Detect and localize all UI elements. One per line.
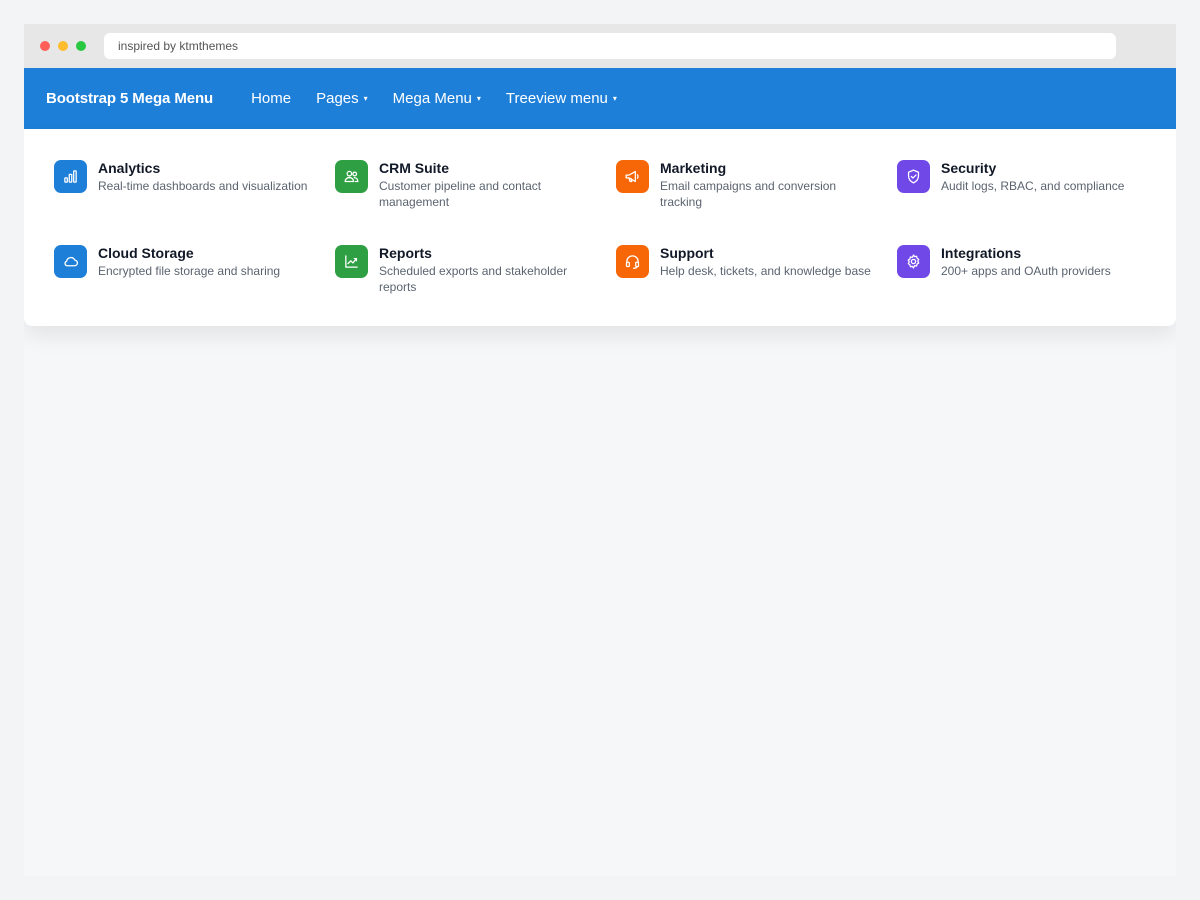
- navbar-brand[interactable]: Bootstrap 5 Mega Menu: [46, 90, 213, 107]
- caret-down-icon: ▾: [612, 94, 617, 103]
- bar-chart-icon: [54, 160, 87, 193]
- mega-menu-item-text: Analytics Real-time dashboards and visua…: [98, 160, 318, 194]
- maximize-window-dot[interactable]: [76, 41, 86, 51]
- mega-menu-item-integrations[interactable]: Integrations 200+ apps and OAuth provide…: [897, 245, 1176, 330]
- nav-item-label: Treeview menu: [505, 90, 608, 107]
- mega-menu-item-security[interactable]: Security Audit logs, RBAC, and complianc…: [897, 160, 1176, 245]
- caret-down-icon: ▾: [363, 94, 368, 103]
- nav-item-pages[interactable]: Pages ▾: [316, 90, 368, 107]
- mega-menu-item-description: Scheduled exports and stakeholder report…: [379, 264, 568, 294]
- mega-menu-item-cloud-storage[interactable]: Cloud Storage Encrypted file storage and…: [54, 245, 335, 330]
- mega-menu-item-title: Integrations: [941, 245, 1022, 261]
- mega-menu-item-text: Reports Scheduled exports and stakeholde…: [379, 245, 599, 295]
- mega-menu-item-description: Customer pipeline and contact management: [379, 179, 542, 209]
- mega-menu-item-text: Support Help desk, tickets, and knowledg…: [660, 245, 880, 279]
- close-window-dot[interactable]: [40, 41, 50, 51]
- nav-item-treeview-menu[interactable]: Treeview menu ▾: [506, 90, 617, 107]
- mega-menu-item-reports[interactable]: Reports Scheduled exports and stakeholde…: [335, 245, 616, 330]
- mega-menu-dropdown: Analytics Real-time dashboards and visua…: [24, 129, 1176, 326]
- mega-menu-item-analytics[interactable]: Analytics Real-time dashboards and visua…: [54, 160, 335, 245]
- gear-icon: [897, 245, 930, 278]
- mega-menu-item-title: Reports: [379, 245, 432, 261]
- mega-menu-item-title: Support: [660, 245, 714, 261]
- mega-menu-item-description: Help desk, tickets, and knowledge base: [660, 264, 871, 278]
- shield-icon: [897, 160, 930, 193]
- address-bar[interactable]: inspired by ktmthemes: [104, 33, 1116, 59]
- mega-menu-item-title: CRM Suite: [379, 160, 449, 176]
- mega-menu-item-crm-suite[interactable]: CRM Suite Customer pipeline and contact …: [335, 160, 616, 245]
- mega-menu-item-text: Marketing Email campaigns and conversion…: [660, 160, 880, 210]
- mega-menu-item-description: Real-time dashboards and visualization: [98, 179, 308, 193]
- mega-menu-item-text: Cloud Storage Encrypted file storage and…: [98, 245, 318, 279]
- mega-menu-item-title: Analytics: [98, 160, 161, 176]
- nav-item-label: Pages: [316, 90, 359, 107]
- mega-menu-item-title: Security: [941, 160, 997, 176]
- browser-toolbar: inspired by ktmthemes: [24, 24, 1176, 68]
- mega-menu-item-title: Marketing: [660, 160, 727, 176]
- mega-menu-item-description: Email campaigns and conversion tracking: [660, 179, 837, 209]
- mega-menu-item-text: CRM Suite Customer pipeline and contact …: [379, 160, 599, 210]
- trend-chart-icon: [335, 245, 368, 278]
- cloud-icon: [54, 245, 87, 278]
- browser-window: inspired by ktmthemes Bootstrap 5 Mega M…: [24, 24, 1176, 876]
- headset-icon: [616, 245, 649, 278]
- megaphone-icon: [616, 160, 649, 193]
- nav-item-label: Mega Menu: [392, 90, 472, 107]
- nav-item-label: Home: [251, 90, 292, 107]
- mega-menu-item-description: 200+ apps and OAuth providers: [941, 264, 1111, 278]
- mega-menu-item-text: Security Audit logs, RBAC, and complianc…: [941, 160, 1161, 194]
- mega-menu-item-description: Encrypted file storage and sharing: [98, 264, 281, 278]
- mega-menu-item-description: Audit logs, RBAC, and compliance: [941, 179, 1125, 193]
- mega-menu-item-support[interactable]: Support Help desk, tickets, and knowledg…: [616, 245, 897, 330]
- caret-down-icon: ▾: [476, 94, 481, 103]
- navbar: Bootstrap 5 Mega Menu Home Pages ▾ Mega …: [24, 68, 1176, 129]
- nav-item-mega-menu[interactable]: Mega Menu ▾: [393, 90, 481, 107]
- minimize-window-dot[interactable]: [58, 41, 68, 51]
- mega-menu-item-title: Cloud Storage: [98, 245, 194, 261]
- users-icon: [335, 160, 368, 193]
- mega-menu-item-text: Integrations 200+ apps and OAuth provide…: [941, 245, 1161, 279]
- mega-menu-item-marketing[interactable]: Marketing Email campaigns and conversion…: [616, 160, 897, 245]
- nav-item-home[interactable]: Home: [251, 90, 291, 107]
